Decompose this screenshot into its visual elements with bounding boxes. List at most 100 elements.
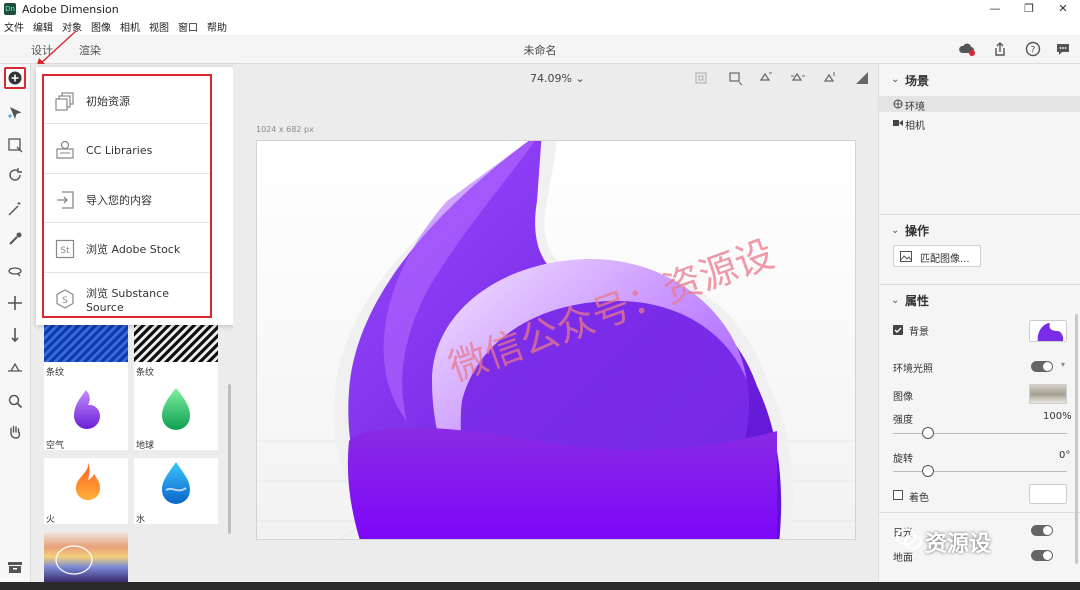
asset-label: 条纹 — [46, 368, 65, 378]
asset-label: 火 — [46, 515, 56, 525]
frame-icon[interactable] — [693, 70, 709, 86]
camera-bookmark-icon[interactable] — [728, 70, 744, 86]
asset-stripes-blue[interactable]: 条纹 — [44, 324, 128, 390]
chevron-down-icon[interactable]: ▾ — [1061, 360, 1065, 369]
match-image-label: 匹配图像... — [920, 254, 970, 265]
asset-fire[interactable]: 火 — [44, 458, 128, 525]
chevron-down-icon[interactable]: ⌄ — [891, 225, 899, 236]
orbit-tool-icon[interactable] — [4, 260, 26, 282]
rotation-slider-track[interactable] — [893, 471, 1067, 472]
app-logo-icon: Dn — [4, 3, 16, 15]
chevron-down-icon: ⌄ — [575, 72, 585, 85]
menu-file[interactable]: 文件 — [4, 19, 24, 34]
pan-tool-icon[interactable] — [4, 292, 26, 314]
background-swatch[interactable] — [1029, 320, 1067, 342]
scene-item-label: 环境 — [905, 102, 925, 113]
env-light-toggle[interactable] — [1031, 361, 1053, 372]
help-icon[interactable]: ? — [1024, 40, 1042, 58]
feedback-icon[interactable] — [1054, 40, 1072, 58]
earth-icon — [162, 388, 190, 430]
asset-label: 水 — [136, 515, 146, 525]
close-button[interactable]: ✕ — [1046, 0, 1080, 18]
right-panel-scrollbar[interactable] — [1075, 314, 1078, 564]
image-label: 图像 — [893, 392, 913, 403]
dolly-tool-icon[interactable] — [4, 324, 26, 346]
menu-help[interactable]: 帮助 — [207, 19, 227, 34]
taskbar-strip — [0, 582, 1080, 590]
background-checkbox[interactable] — [893, 325, 903, 335]
hdri-thumbnail[interactable] — [1029, 384, 1067, 404]
assets-scrollbar[interactable] — [228, 384, 231, 534]
tab-render[interactable]: 渲染 — [79, 42, 101, 58]
sketch-overlay-icon — [55, 545, 93, 575]
eyedropper-icon[interactable] — [4, 228, 26, 250]
rotation-label: 旋转 — [893, 454, 913, 465]
match-image-button[interactable]: 匹配图像... — [893, 245, 981, 267]
annotation-highlight-frame — [42, 74, 212, 318]
render-preview-icon[interactable] — [854, 70, 870, 86]
select-tool-icon[interactable] — [4, 102, 26, 124]
hand-tool-icon[interactable] — [4, 421, 26, 443]
pan-camera-icon[interactable] — [790, 70, 806, 86]
globe-icon — [893, 99, 903, 109]
menu-image[interactable]: 图像 — [91, 19, 111, 34]
add-content-button[interactable] — [4, 67, 26, 89]
asset-gradient-preview[interactable] — [44, 532, 128, 582]
env-light-label: 环境光照 — [893, 364, 933, 375]
background-label: 背景 — [909, 327, 929, 338]
zoom-level[interactable]: 74.09% ⌄ — [530, 72, 585, 85]
actions-heading: 操作 — [905, 224, 930, 238]
tint-color-swatch[interactable] — [1029, 484, 1067, 504]
rotation-slider-knob[interactable] — [921, 465, 934, 477]
horizon-tool-icon[interactable] — [4, 356, 26, 378]
rotation-value: 0° — [1059, 450, 1071, 461]
fire-icon — [75, 462, 101, 501]
scene-heading: 场景 — [905, 74, 930, 88]
ground-label: 地面 — [893, 553, 913, 564]
purple-shape-thumbnail — [1037, 323, 1064, 341]
document-title: 未命名 — [523, 44, 557, 57]
canvas-size-label: 1024 x 682 px — [256, 125, 314, 134]
title-bar: Dn Adobe Dimension — ❐ ✕ — [0, 0, 1080, 18]
asset-water[interactable]: 水 — [134, 458, 218, 525]
asset-label: 空气 — [46, 441, 65, 451]
minimize-button[interactable]: — — [978, 0, 1012, 18]
chevron-down-icon[interactable]: ⌄ — [891, 295, 899, 306]
magic-wand-icon[interactable] — [4, 198, 26, 220]
sunlight-toggle[interactable] — [1031, 525, 1053, 536]
rotate-tool-icon[interactable] — [4, 164, 26, 186]
watermark-corner-text: 资源设 — [925, 532, 992, 557]
scene-item-camera[interactable]: 相机 — [879, 115, 1080, 132]
app-title: Adobe Dimension — [22, 2, 119, 16]
camera-icon — [893, 120, 903, 126]
properties-heading: 属性 — [905, 294, 930, 308]
tint-checkbox[interactable] — [893, 490, 903, 500]
menu-window[interactable]: 窗口 — [178, 19, 198, 34]
ground-toggle[interactable] — [1031, 550, 1053, 561]
menu-bar: 文件 编辑 对象 图像 相机 视图 窗口 帮助 — [0, 18, 1080, 35]
checkmark-icon — [894, 327, 902, 333]
maximize-button[interactable]: ❐ — [1012, 0, 1046, 18]
intensity-slider-track[interactable] — [893, 433, 1067, 434]
top-toolbar: 设计 渲染 未命名 ? — [0, 35, 1080, 64]
orbit-camera-icon[interactable] — [758, 70, 774, 86]
move-tool-icon[interactable] — [4, 134, 26, 156]
scene-item-environment[interactable]: 环境 — [879, 96, 1080, 113]
menu-camera[interactable]: 相机 — [120, 19, 140, 34]
intensity-slider-knob[interactable] — [921, 427, 934, 439]
asset-label: 地球 — [136, 441, 155, 451]
zoom-value: 74.09% — [530, 72, 572, 85]
add-icon — [8, 71, 22, 85]
menu-view[interactable]: 视图 — [149, 19, 169, 34]
asset-air[interactable]: 空气 — [44, 384, 128, 451]
zoom-tool-icon[interactable] — [4, 390, 26, 412]
cloud-sync-icon[interactable] — [958, 40, 976, 58]
chevron-down-icon[interactable]: ⌄ — [891, 74, 899, 85]
archive-icon[interactable] — [4, 556, 26, 578]
dolly-camera-icon[interactable] — [822, 70, 838, 86]
asset-stripes-bw[interactable]: 条纹 — [134, 324, 218, 390]
air-icon — [74, 390, 100, 429]
intensity-value: 100% — [1043, 411, 1072, 422]
share-icon[interactable] — [991, 40, 1009, 58]
asset-earth[interactable]: 地球 — [134, 384, 218, 451]
